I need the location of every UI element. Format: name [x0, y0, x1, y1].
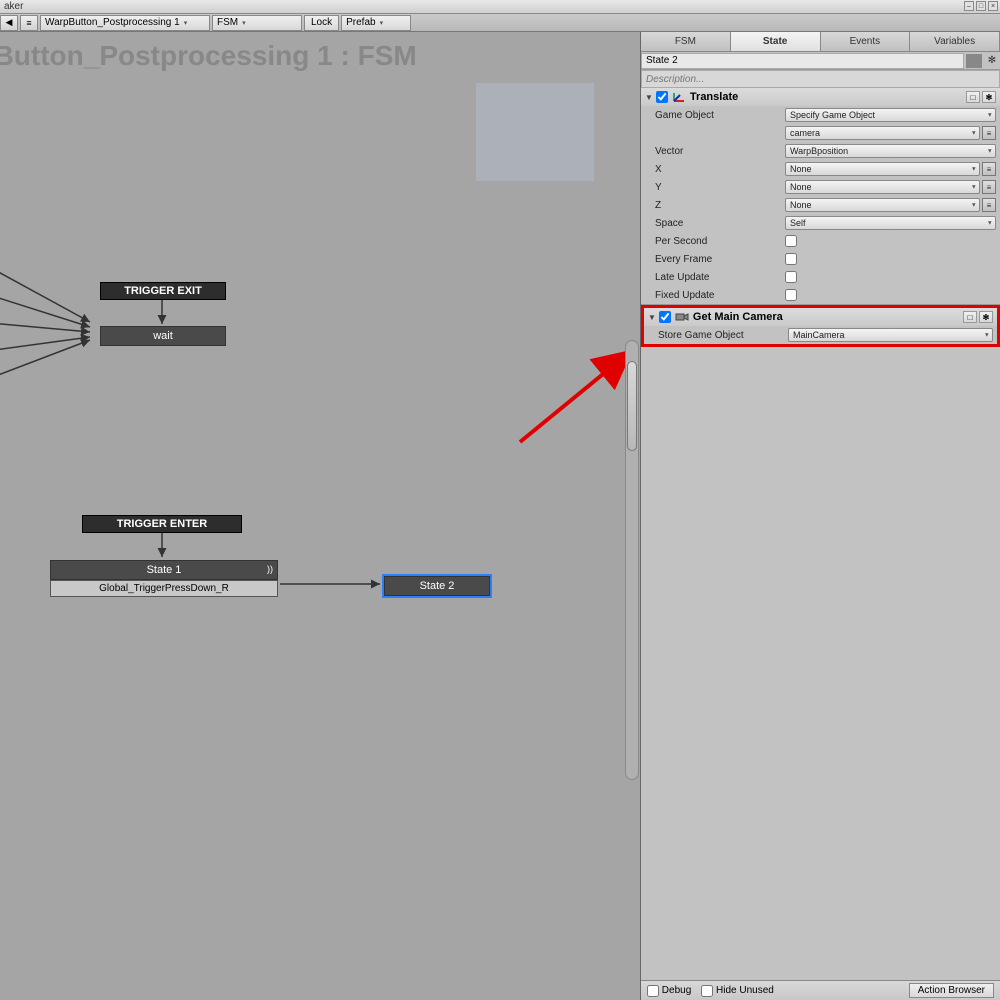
- store-dropdown[interactable]: MainCamera: [788, 328, 993, 342]
- settings-gear-icon[interactable]: ✻: [984, 54, 1000, 68]
- inspector-bottom-bar: Debug Hide Unused Action Browser: [641, 980, 1000, 1000]
- hide-unused-checkbox[interactable]: [701, 985, 713, 997]
- per-second-checkbox[interactable]: [785, 235, 797, 247]
- annotation-arrow: [500, 342, 640, 452]
- fold-icon[interactable]: ▼: [645, 93, 653, 102]
- inspector-panel: FSM State Events Variables ✻ ▼ Translate…: [640, 32, 1000, 1000]
- translate-icon: [672, 91, 686, 103]
- node-header: TRIGGER EXIT: [100, 282, 226, 300]
- close-icon[interactable]: ×: [988, 1, 998, 11]
- prop-per-second: Per Second: [641, 232, 1000, 250]
- tab-events[interactable]: Events: [821, 32, 911, 51]
- var-toggle-button[interactable]: ≡: [982, 126, 996, 140]
- inspector-empty: [641, 347, 1000, 980]
- state-name-row: ✻: [641, 52, 1000, 70]
- action-get-main-camera: ▼ Get Main Camera □ ✻ Store Game Object …: [641, 305, 1000, 347]
- debug-checkbox[interactable]: [647, 985, 659, 997]
- camera-icon: [675, 311, 689, 323]
- window-title: aker: [4, 1, 23, 12]
- action-title: Translate: [690, 91, 738, 103]
- var-toggle-button[interactable]: ≡: [982, 198, 996, 212]
- every-frame-checkbox[interactable]: [785, 253, 797, 265]
- action-header[interactable]: ▼ Get Main Camera □ ✻: [644, 308, 997, 326]
- action-browser-button[interactable]: Action Browser: [909, 983, 994, 998]
- node-state1[interactable]: State 1)) Global_TriggerPressDown_R: [50, 560, 278, 597]
- node-state2[interactable]: State 2: [382, 574, 492, 598]
- prop-fixed-update: Fixed Update: [641, 286, 1000, 304]
- prop-store-game-object: Store Game Object MainCamera: [644, 326, 997, 344]
- window-title-bar: aker – □ ×: [0, 0, 1000, 14]
- action-enabled-checkbox[interactable]: [659, 311, 671, 323]
- node-sub: Global_TriggerPressDown_R: [50, 580, 278, 597]
- node-body: State 1)): [50, 560, 278, 580]
- action-header[interactable]: ▼ Translate □ ✻: [641, 88, 1000, 106]
- node-trigger-exit[interactable]: TRIGGER EXIT: [100, 282, 226, 300]
- fsm-dropdown[interactable]: FSM: [212, 15, 302, 31]
- description-input[interactable]: [641, 70, 1000, 88]
- prop-game-object-sub: camera≡: [641, 124, 1000, 142]
- prop-y: Y None≡: [641, 178, 1000, 196]
- late-update-checkbox[interactable]: [785, 271, 797, 283]
- vector-dropdown[interactable]: WarpBposition: [785, 144, 996, 158]
- node-header: TRIGGER ENTER: [82, 515, 242, 533]
- canvas-scrollbar[interactable]: [625, 340, 639, 780]
- tab-fsm[interactable]: FSM: [641, 32, 731, 51]
- object-dropdown[interactable]: WarpButton_Postprocessing 1: [40, 15, 210, 31]
- gear-icon[interactable]: ✻: [979, 311, 993, 323]
- canvas-title: arpButton_Postprocessing 1 : FSM: [0, 40, 417, 72]
- x-dropdown[interactable]: None: [785, 162, 980, 176]
- action-title: Get Main Camera: [693, 311, 783, 323]
- prop-late-update: Late Update: [641, 268, 1000, 286]
- prop-x: X None≡: [641, 160, 1000, 178]
- window-controls: – □ ×: [964, 1, 998, 11]
- maximize-icon[interactable]: □: [976, 1, 986, 11]
- color-swatch[interactable]: [966, 54, 982, 68]
- debug-checkbox-label[interactable]: Debug: [647, 985, 691, 997]
- fold-icon[interactable]: ▼: [648, 313, 656, 322]
- help-icon[interactable]: □: [963, 311, 977, 323]
- lock-button[interactable]: Lock: [304, 15, 339, 31]
- prop-space: Space Self: [641, 214, 1000, 232]
- state-name-input[interactable]: [641, 53, 964, 69]
- prop-vector: Vector WarpBposition: [641, 142, 1000, 160]
- y-dropdown[interactable]: None: [785, 180, 980, 194]
- toolbar: ◀ ≡ WarpButton_Postprocessing 1 FSM Lock…: [0, 14, 1000, 32]
- tab-variables[interactable]: Variables: [910, 32, 1000, 51]
- camera-dropdown[interactable]: camera: [785, 126, 980, 140]
- list-button[interactable]: ≡: [20, 15, 38, 31]
- z-dropdown[interactable]: None: [785, 198, 980, 212]
- description-row: [641, 70, 1000, 88]
- prop-game-object: Game Object Specify Game Object: [641, 106, 1000, 124]
- prefab-dropdown[interactable]: Prefab: [341, 15, 411, 31]
- node-body: State 2: [384, 576, 490, 596]
- space-dropdown[interactable]: Self: [785, 216, 996, 230]
- fixed-update-checkbox[interactable]: [785, 289, 797, 301]
- var-toggle-button[interactable]: ≡: [982, 180, 996, 194]
- gear-icon[interactable]: ✻: [982, 91, 996, 103]
- fsm-canvas[interactable]: arpButton_Postprocessing 1 : FSM TRIGGER…: [0, 32, 640, 1000]
- minimize-icon[interactable]: –: [964, 1, 974, 11]
- prop-z: Z None≡: [641, 196, 1000, 214]
- var-toggle-button[interactable]: ≡: [982, 162, 996, 176]
- scrollbar-thumb[interactable]: [627, 361, 637, 451]
- help-icon[interactable]: □: [966, 91, 980, 103]
- inspector-tabs: FSM State Events Variables: [641, 32, 1000, 52]
- action-enabled-checkbox[interactable]: [656, 91, 668, 103]
- action-translate: ▼ Translate □ ✻ Game Object Specify Game…: [641, 88, 1000, 305]
- tab-state[interactable]: State: [731, 32, 821, 51]
- back-button[interactable]: ◀: [0, 15, 18, 31]
- node-wait[interactable]: wait: [100, 326, 226, 346]
- node-trigger-enter[interactable]: TRIGGER ENTER: [82, 515, 242, 533]
- hide-unused-checkbox-label[interactable]: Hide Unused: [701, 985, 774, 997]
- prop-every-frame: Every Frame: [641, 250, 1000, 268]
- game-object-dropdown[interactable]: Specify Game Object: [785, 108, 996, 122]
- ghost-panel: [475, 82, 595, 182]
- node-body: wait: [100, 326, 226, 346]
